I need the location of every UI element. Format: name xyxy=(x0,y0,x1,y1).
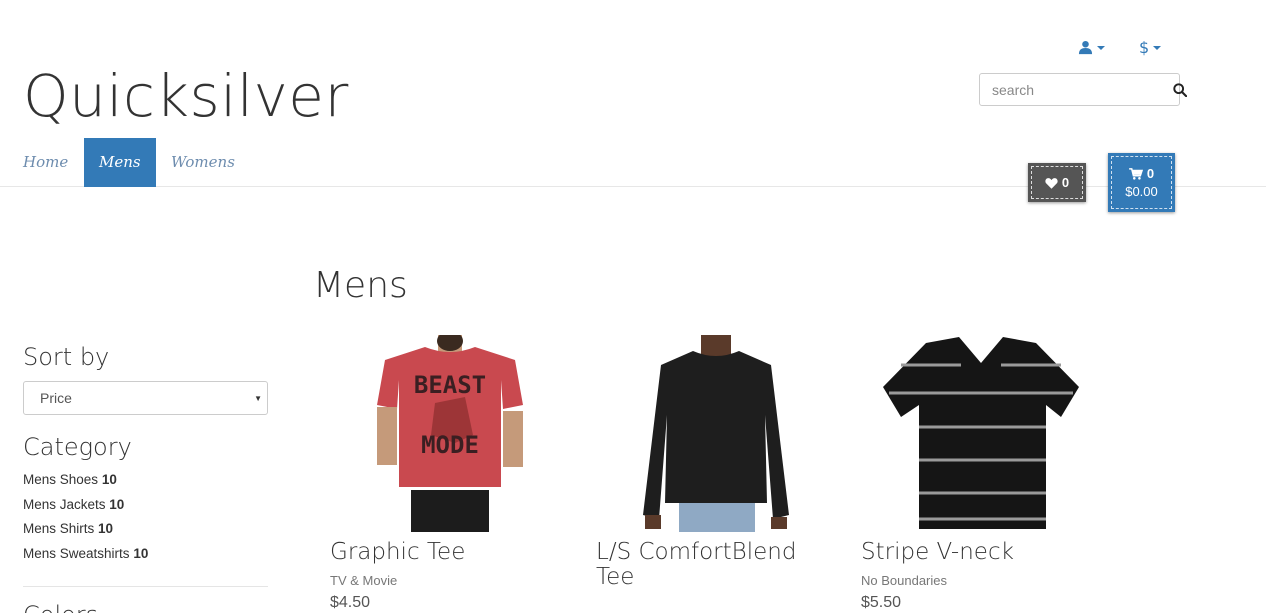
sort-heading: Sort by xyxy=(23,343,110,371)
red-graphic-tee-image: BEAST MODE xyxy=(377,335,523,532)
search-icon xyxy=(1173,82,1187,97)
cart-button[interactable]: 0 $0.00 xyxy=(1108,153,1175,212)
nav-home[interactable]: Home xyxy=(23,138,68,187)
product-card: BEAST MODE Graphic Tee TV & Movie $4.50 xyxy=(330,335,570,612)
cart-count: 0 xyxy=(1146,166,1155,181)
cart-total: $0.00 xyxy=(1125,184,1158,199)
category-list: Mens Shoes 10 Mens Jackets 10 Mens Shirt… xyxy=(23,472,268,570)
product-brand: No Boundaries xyxy=(861,573,947,588)
black-longsleeve-tee-image xyxy=(643,335,789,532)
category-item[interactable]: Mens Jackets 10 xyxy=(23,497,268,522)
category-count: 10 xyxy=(101,472,117,487)
nav-womens[interactable]: Womens xyxy=(171,138,235,187)
category-item[interactable]: Mens Shoes 10 xyxy=(23,472,268,497)
category-label: Mens Jackets xyxy=(23,496,106,512)
category-label: Mens Shoes xyxy=(23,472,99,487)
category-count: 10 xyxy=(133,545,149,561)
account-menu[interactable] xyxy=(1078,38,1105,57)
product-name[interactable]: L/S ComfortBlend Tee xyxy=(596,540,836,590)
chevron-down-icon xyxy=(1097,45,1105,50)
wishlist-button[interactable]: 0 xyxy=(1028,163,1086,202)
wishlist-count: 0 xyxy=(1061,175,1070,190)
product-price: $5.50 xyxy=(861,594,902,611)
sidebar-divider xyxy=(23,586,268,587)
tee-print-bottom: MODE xyxy=(421,431,479,459)
heart-icon xyxy=(1045,177,1058,189)
category-count: 10 xyxy=(109,496,125,512)
product-name[interactable]: Graphic Tee xyxy=(330,540,570,565)
product-name[interactable]: Stripe V-neck xyxy=(861,540,1101,565)
search-button[interactable] xyxy=(1173,74,1187,105)
product-card: Stripe V-neck No Boundaries $5.50 xyxy=(861,335,1101,612)
site-logo[interactable]: Quicksilver xyxy=(23,62,349,130)
category-label: Mens Shirts xyxy=(23,521,95,536)
product-price: $4.50 xyxy=(330,594,371,611)
cart-content: 0 $0.00 xyxy=(1111,156,1172,209)
product-brand: TV & Movie xyxy=(330,573,398,588)
colors-heading: Colors xyxy=(23,601,268,613)
user-icon xyxy=(1078,40,1093,55)
search-input[interactable] xyxy=(980,74,1173,105)
product-image[interactable] xyxy=(596,335,836,532)
product-image[interactable]: BEAST MODE xyxy=(330,335,570,532)
product-image[interactable] xyxy=(861,335,1101,532)
filter-sidebar: Sort by Price ▼ Category Mens Shoes 10 M… xyxy=(23,343,268,613)
currency-symbol: $ xyxy=(1139,38,1150,57)
top-utility-menu: $ xyxy=(1078,38,1162,57)
dropdown-arrow-icon: ▼ xyxy=(254,394,262,403)
currency-menu[interactable]: $ xyxy=(1139,38,1162,57)
wishlist-content: 0 xyxy=(1031,166,1083,199)
search-box xyxy=(979,73,1187,106)
category-item[interactable]: Mens Sweatshirts 10 xyxy=(23,546,268,571)
sort-selected-value: Price xyxy=(40,390,72,406)
product-card: L/S ComfortBlend Tee xyxy=(596,335,836,590)
tee-print-top: BEAST xyxy=(414,371,486,399)
category-item[interactable]: Mens Shirts 10 xyxy=(23,521,268,546)
striped-vneck-tee-image xyxy=(883,337,1079,529)
category-count: 10 xyxy=(98,521,114,536)
page-title: Mens xyxy=(313,265,408,306)
category-heading: Category xyxy=(23,433,132,461)
cart-icon xyxy=(1129,167,1143,180)
sort-select[interactable]: Price ▼ xyxy=(23,381,268,415)
chevron-down-icon xyxy=(1153,45,1162,50)
nav-mens[interactable]: Mens xyxy=(84,138,156,187)
category-label: Mens Sweatshirts xyxy=(23,545,130,561)
